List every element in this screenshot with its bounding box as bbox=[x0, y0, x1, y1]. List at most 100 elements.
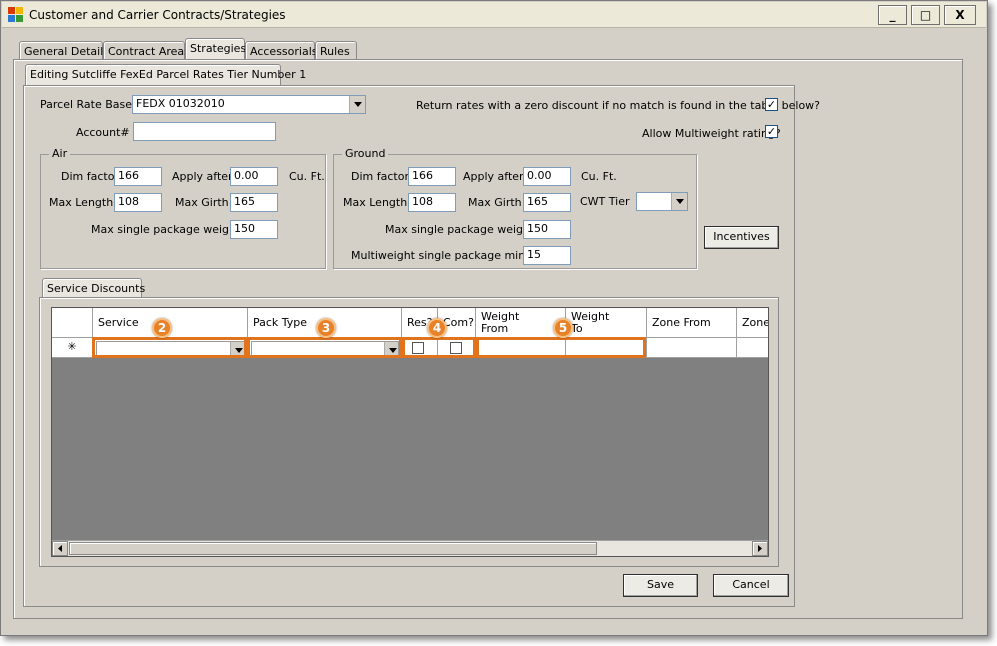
account-field[interactable] bbox=[133, 122, 276, 141]
multiweight-checkbox[interactable]: ✓ bbox=[765, 125, 778, 138]
tab-service-discounts[interactable]: Service Discounts bbox=[42, 278, 146, 299]
parcel-rate-base-select[interactable]: FEDX 01032010 bbox=[132, 95, 366, 114]
horizontal-scrollbar[interactable] bbox=[52, 540, 768, 556]
air-max-length-label: Max Length bbox=[49, 196, 114, 209]
row-header-corner bbox=[52, 308, 93, 338]
air-max-girth-field[interactable]: 165 bbox=[230, 193, 278, 212]
zone-from-cell[interactable] bbox=[647, 338, 737, 358]
close-icon: X bbox=[955, 8, 965, 22]
cancel-button[interactable]: Cancel bbox=[713, 574, 789, 597]
air-max-girth-value: 165 bbox=[234, 195, 255, 208]
tab-label: Rules bbox=[320, 45, 350, 58]
minimize-icon: _ bbox=[889, 8, 896, 22]
service-discounts-grid: Service Pack Type Res? Com? Weight From … bbox=[51, 307, 769, 557]
maximize-icon: □ bbox=[919, 8, 932, 22]
column-header-weight-from[interactable]: Weight From bbox=[476, 308, 566, 338]
ground-dim-factor-field[interactable]: 166 bbox=[408, 167, 456, 186]
air-max-length-field[interactable]: 108 bbox=[114, 193, 162, 212]
ground-max-length-value: 108 bbox=[412, 195, 433, 208]
incentives-button[interactable]: Incentives bbox=[704, 226, 779, 249]
callout-number: 3 bbox=[321, 321, 331, 335]
air-max-single-field[interactable]: 150 bbox=[230, 220, 278, 239]
cwt-tier-select[interactable] bbox=[636, 192, 688, 211]
ground-apply-after-field[interactable]: 0.00 bbox=[523, 167, 571, 186]
tab-label: Service Discounts bbox=[47, 282, 146, 295]
contracts-window: Customer and Carrier Contracts/Strategie… bbox=[0, 0, 988, 636]
window-title: Customer and Carrier Contracts/Strategie… bbox=[29, 8, 286, 22]
tab-accessorials[interactable]: Accessorials bbox=[245, 41, 318, 60]
tab-label: General Details bbox=[24, 45, 109, 58]
air-max-single-value: 150 bbox=[234, 222, 255, 235]
scroll-left-button[interactable] bbox=[52, 541, 68, 556]
maximize-button[interactable]: □ bbox=[911, 5, 940, 25]
tab-label: Strategies bbox=[190, 42, 247, 55]
air-apply-after-value: 0.00 bbox=[234, 169, 259, 182]
ground-max-girth-field[interactable]: 165 bbox=[523, 193, 571, 212]
callout-number: 2 bbox=[157, 321, 167, 335]
zero-discount-label: Return rates with a zero discount if no … bbox=[416, 99, 821, 112]
highlight-pack-type bbox=[247, 337, 402, 358]
multiweight-label: Allow Multiweight rating? bbox=[642, 127, 781, 140]
callout-number: 4 bbox=[432, 321, 442, 335]
scroll-thumb[interactable] bbox=[69, 542, 597, 555]
zero-discount-checkbox[interactable]: ✓ bbox=[765, 98, 778, 111]
multiweight-min-field[interactable]: 15 bbox=[523, 246, 571, 265]
column-header-label: Weight From bbox=[481, 310, 520, 335]
callout-marker-3: 3 bbox=[316, 318, 336, 338]
air-max-girth-label: Max Girth bbox=[175, 196, 229, 209]
column-header-zone-from[interactable]: Zone From bbox=[647, 308, 737, 338]
multiweight-min-value: 15 bbox=[527, 248, 541, 261]
tab-contract-areas[interactable]: Contract Areas bbox=[103, 41, 190, 60]
air-unit-label: Cu. Ft. bbox=[289, 170, 325, 183]
parcel-rate-base-label: Parcel Rate Base bbox=[40, 98, 133, 111]
ground-apply-after-value: 0.00 bbox=[527, 169, 552, 182]
tab-rules[interactable]: Rules bbox=[315, 41, 357, 60]
highlight-res-com bbox=[402, 337, 476, 358]
cwt-tier-label: CWT Tier bbox=[580, 195, 630, 208]
account-label: Account# bbox=[76, 126, 130, 139]
column-header-label: Com? bbox=[443, 316, 474, 329]
scroll-right-button[interactable] bbox=[752, 541, 768, 556]
tab-label: Editing Sutcliffe FexEd Parcel Rates Tie… bbox=[30, 68, 307, 81]
minimize-button[interactable]: _ bbox=[878, 5, 907, 25]
air-dim-factor-field[interactable]: 166 bbox=[114, 167, 162, 186]
column-header-weight-to[interactable]: Weight To bbox=[566, 308, 647, 338]
incentives-label: Incentives bbox=[713, 230, 770, 243]
ground-max-single-value: 150 bbox=[527, 222, 548, 235]
tab-label: Accessorials bbox=[250, 45, 318, 58]
column-header-zone[interactable]: Zone bbox=[737, 308, 768, 338]
ground-max-length-field[interactable]: 108 bbox=[408, 193, 456, 212]
column-header-label: Weight To bbox=[571, 310, 610, 335]
tab-editing-tier[interactable]: Editing Sutcliffe FexEd Parcel Rates Tie… bbox=[25, 64, 306, 86]
highlight-weight bbox=[476, 337, 646, 358]
title-bar: Customer and Carrier Contracts/Strategie… bbox=[2, 2, 986, 28]
arrow-right-icon bbox=[758, 545, 762, 552]
ground-unit-label: Cu. Ft. bbox=[581, 170, 617, 183]
callout-marker-5: 5 bbox=[553, 318, 573, 338]
air-max-single-label: Max single package weight bbox=[91, 223, 241, 236]
column-header-label: Service bbox=[98, 316, 139, 329]
new-row-header[interactable]: ✳ bbox=[52, 338, 93, 358]
air-apply-after-field[interactable]: 0.00 bbox=[230, 167, 278, 186]
callout-marker-2: 2 bbox=[152, 318, 172, 338]
chevron-down-icon[interactable] bbox=[671, 193, 687, 210]
tab-general-details[interactable]: General Details bbox=[19, 41, 109, 60]
tab-strategies[interactable]: Strategies bbox=[185, 38, 247, 60]
ground-max-girth-label: Max Girth bbox=[468, 196, 522, 209]
save-button[interactable]: Save bbox=[623, 574, 698, 597]
highlight-service bbox=[92, 337, 247, 358]
air-apply-after-label: Apply after bbox=[172, 170, 233, 183]
ground-max-single-label: Max single package weight bbox=[385, 223, 535, 236]
air-dim-factor-label: Dim factor bbox=[61, 170, 119, 183]
ground-max-single-field[interactable]: 150 bbox=[523, 220, 571, 239]
zone-cell[interactable] bbox=[737, 338, 768, 358]
asterisk-icon: ✳ bbox=[67, 340, 77, 353]
close-button[interactable]: X bbox=[944, 5, 976, 25]
ground-max-girth-value: 165 bbox=[527, 195, 548, 208]
chevron-down-icon[interactable] bbox=[349, 96, 365, 113]
ground-max-length-label: Max Length bbox=[343, 196, 408, 209]
check-icon: ✓ bbox=[766, 125, 777, 138]
arrow-left-icon bbox=[58, 545, 62, 552]
ground-dim-factor-value: 166 bbox=[412, 169, 433, 182]
column-header-label: Pack Type bbox=[253, 316, 308, 329]
